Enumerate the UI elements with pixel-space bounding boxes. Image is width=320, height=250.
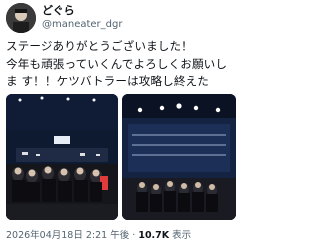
user-handle[interactable]: @maneater_dgr	[42, 18, 122, 31]
tweet-header: どぐら @maneater_dgr	[6, 3, 236, 33]
avatar[interactable]	[6, 3, 36, 33]
timestamp[interactable]: 2026年04月18日 2:21 午後	[6, 230, 129, 241]
meta-separator: ·	[132, 230, 136, 241]
tweet-meta: 2026年04月18日 2:21 午後 · 10.7K 表示	[6, 229, 191, 243]
photo-left[interactable]	[6, 94, 118, 220]
display-name[interactable]: どぐら	[42, 4, 122, 18]
media-grid	[6, 94, 236, 220]
view-count: 10.7K	[138, 230, 170, 241]
view-label: 表示	[172, 230, 192, 241]
photo-right[interactable]	[122, 94, 236, 220]
author-names: どぐら @maneater_dgr	[42, 4, 122, 31]
tweet-text: ステージありがとうございました！ 今年も頑張っていくんでよろしくお願いしま す！…	[6, 39, 228, 88]
